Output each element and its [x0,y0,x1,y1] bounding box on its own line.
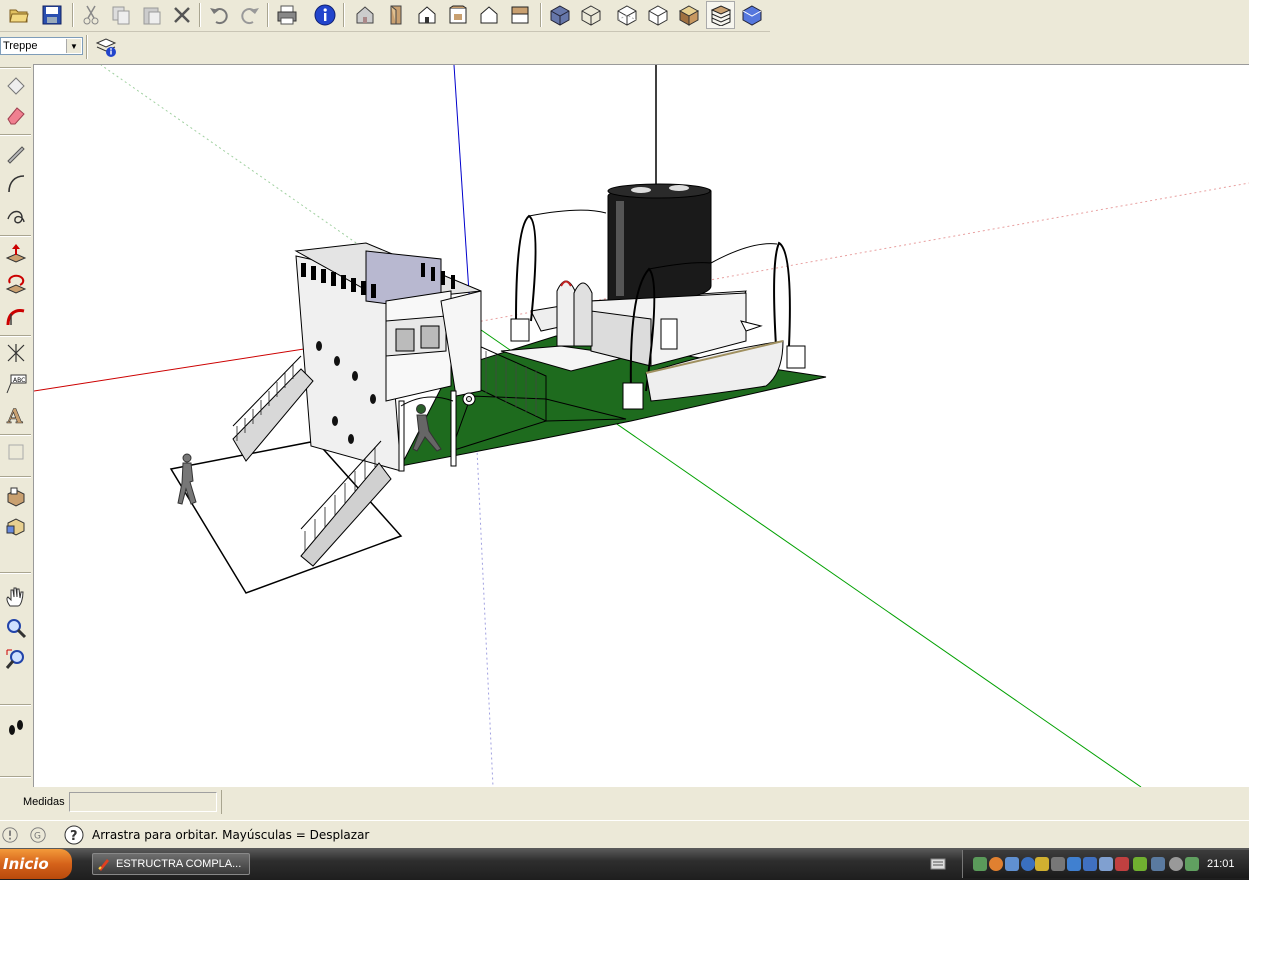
svg-text:G: G [34,832,41,842]
status-hint: Arrastra para orbitar. Mayúsculas = Desp… [92,828,370,842]
keyboard-icon[interactable] [930,857,946,871]
measurements-bar: Medidas [0,788,1249,816]
walk-icon[interactable] [2,714,29,741]
toolbar-separator [72,3,74,27]
bridge-structure [294,242,482,472]
arch-left [515,214,537,322]
cut-icon[interactable] [76,1,105,29]
svg-text:A: A [6,404,23,425]
screen-margin [1249,0,1280,880]
select-icon[interactable] [2,71,29,98]
push-pull-icon[interactable] [2,240,29,267]
toolbar-separator [540,3,542,27]
taskbar-window-button[interactable]: ESTRUCTRA COMPLA... [92,853,250,875]
wireframe-icon[interactable] [576,1,605,29]
toolbar-separator [343,3,345,27]
tray-monitor-icon[interactable] [1005,857,1019,871]
front-view-icon[interactable] [412,1,441,29]
layer-select-value: Treppe [3,40,38,52]
tray-wireless-icon[interactable] [1099,857,1113,871]
dimension-icon[interactable] [2,339,29,366]
svg-text:?: ? [70,829,78,844]
tray-security-icon[interactable] [1067,857,1081,871]
toolbar-separator [267,3,269,27]
credits-icon[interactable]: G [28,825,48,845]
tray-shield-icon[interactable] [1035,857,1049,871]
3d-text-icon[interactable]: A [2,400,29,427]
tray-lan-icon[interactable] [1151,857,1165,871]
freehand-icon[interactable] [2,201,29,228]
iso-view-icon[interactable] [350,1,379,29]
status-bar: G ? Arrastra para orbitar. Mayúsculas = … [0,820,1249,848]
divider [221,790,222,814]
main-toolbar [0,0,770,32]
monochrome-icon[interactable] [706,1,735,29]
xray-icon[interactable] [545,1,574,29]
geo-location-icon[interactable] [0,825,20,845]
start-label: Inicio [3,855,49,873]
measurements-label: Medidas [23,796,65,808]
taskbar: Inicio ESTRUCTRA COMPLA... 21:01 [0,848,1250,880]
zoom-extents-icon[interactable] [2,645,29,672]
rotate-icon[interactable] [2,271,29,298]
redo-icon[interactable] [235,1,264,29]
back-view-icon[interactable] [474,1,503,29]
ship-model-drawing [34,65,1249,787]
start-button[interactable]: Inicio [0,849,72,879]
taskbar-clock: 21:01 [1207,858,1235,870]
text-label-icon[interactable]: ABC [2,370,29,397]
copy-icon[interactable] [106,1,135,29]
undo-icon[interactable] [204,1,233,29]
color-by-layer-icon[interactable] [737,1,766,29]
tray-firewall-icon[interactable] [1083,857,1097,871]
funnel [607,183,712,306]
paste-icon[interactable] [137,1,166,29]
model-info-icon[interactable] [310,1,339,29]
eraser-icon[interactable] [2,101,29,128]
layer-select[interactable]: Treppe ▼ [0,37,83,55]
layers-icon [95,37,116,57]
chevron-down-icon[interactable]: ▼ [66,39,81,53]
staircase-upper [232,355,314,462]
layer-manager-button[interactable] [91,33,120,60]
sketchup-app-icon [98,859,109,871]
follow-me-icon[interactable] [2,302,29,329]
zoom-icon[interactable] [2,614,29,641]
shaded-icon[interactable] [643,1,672,29]
svg-text:ABC: ABC [13,377,25,384]
help-icon[interactable]: ? [64,825,84,845]
toolbar-separator [86,35,88,59]
taskbar-window-title: ESTRUCTRA COMPLA... [116,858,242,870]
tray-network-icon[interactable] [973,857,987,871]
group-icon[interactable] [2,513,29,540]
shaded-texture-icon[interactable] [674,1,703,29]
left-view-icon[interactable] [505,1,534,29]
hidden-line-icon[interactable] [612,1,641,29]
toolbar-separator [199,3,201,27]
tray-volume-icon[interactable] [1169,857,1183,871]
pencil-icon[interactable] [2,139,29,166]
tray-disconnected-icon[interactable] [1115,857,1129,871]
measurements-input[interactable] [69,792,217,812]
erase-x-icon[interactable] [167,1,196,29]
tray-update-icon[interactable] [1021,857,1035,871]
model-viewport[interactable] [33,64,1249,787]
component-icon[interactable] [2,482,29,509]
tray-safely-remove-icon[interactable] [1185,857,1199,871]
ground-outline [169,440,403,594]
ventilator [556,280,576,347]
tray-usb-icon[interactable] [1051,857,1065,871]
save-icon[interactable] [37,1,66,29]
top-view-icon[interactable] [381,1,410,29]
arc-icon[interactable] [2,170,29,197]
tool-palette: ABC A [0,64,32,786]
pan-icon[interactable] [2,583,29,610]
tray-app-icon[interactable] [989,857,1003,871]
section-icon[interactable] [2,438,29,465]
folder-open-icon[interactable] [4,1,33,29]
print-icon[interactable] [272,1,301,29]
tray-nvidia-icon[interactable] [1133,857,1147,871]
right-view-icon[interactable] [443,1,472,29]
sketchup-window: Treppe ▼ ABC A Medidas G ? Arrastra para… [0,0,1249,848]
